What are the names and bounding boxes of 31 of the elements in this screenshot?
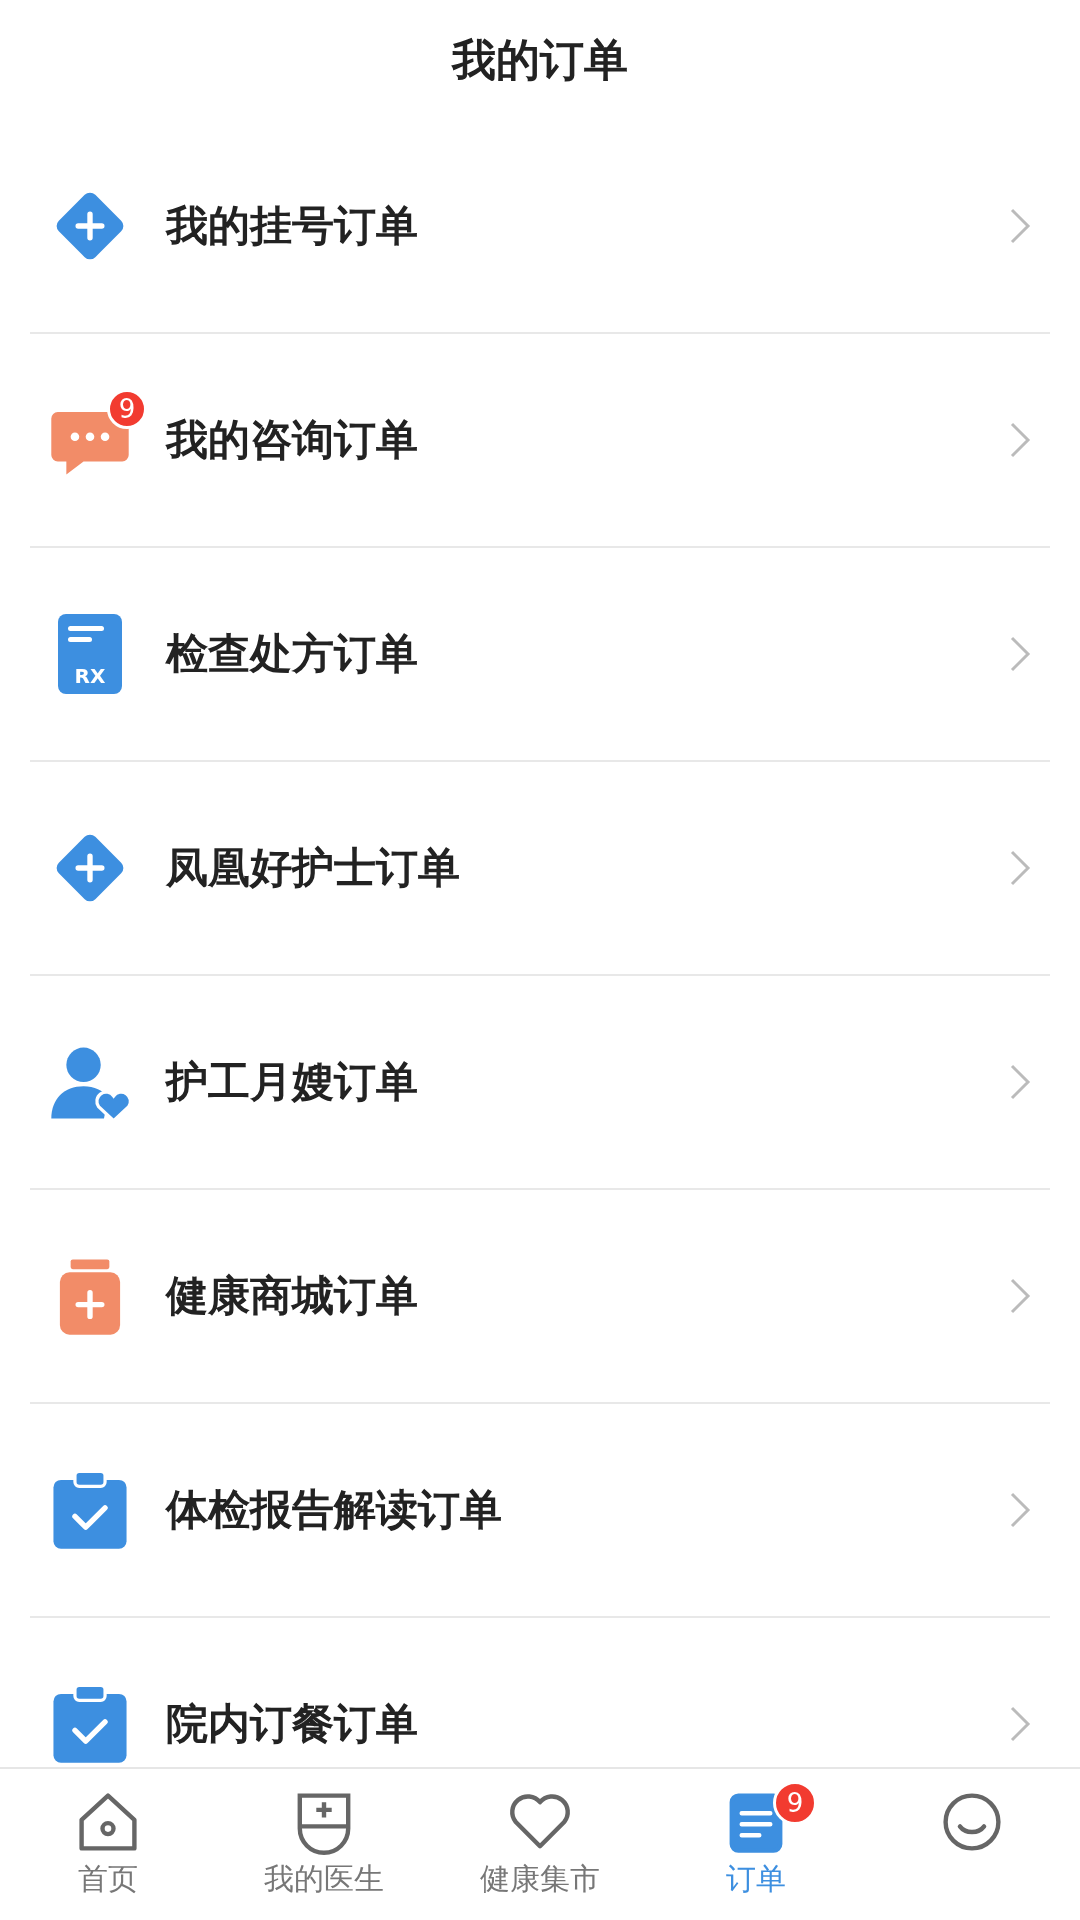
chevron-icon	[1008, 1276, 1032, 1316]
order-row[interactable]: 健康商城订单	[30, 1190, 1050, 1404]
chevron-icon	[1008, 1062, 1032, 1102]
order-label: 凤凰好护士订单	[166, 842, 461, 894]
order-label: 院内订餐订单	[166, 1698, 419, 1750]
order-label: 检查处方订单	[166, 628, 419, 680]
order-row[interactable]: 护工月嫂订单	[30, 976, 1050, 1190]
order-row[interactable]: 体检报告解读订单	[30, 1404, 1050, 1618]
order-row[interactable]: 我的挂号订单	[30, 120, 1050, 334]
nav-tab[interactable]: 首页	[0, 1769, 216, 1920]
order-label: 健康商城订单	[166, 1270, 419, 1322]
chevron-icon	[1008, 206, 1032, 246]
nav-tab[interactable]: 我的医生	[216, 1769, 432, 1920]
order-label: 体检报告解读订单	[166, 1484, 503, 1536]
order-row[interactable]: 9 我的咨询订单	[30, 334, 1050, 548]
order-row[interactable]: RX 检查处方订单	[30, 548, 1050, 762]
nav-tab[interactable]: 9 订单	[648, 1769, 864, 1920]
prescription-icon: RX	[58, 614, 122, 694]
nav-tab[interactable]: 健康集市	[432, 1769, 648, 1920]
chevron-icon	[1008, 1704, 1032, 1744]
count-badge: 9	[773, 1781, 817, 1825]
chevron-icon	[1008, 1490, 1032, 1530]
order-label: 我的挂号订单	[166, 200, 419, 252]
order-label: 护工月嫂订单	[166, 1056, 419, 1108]
count-badge: 9	[107, 389, 147, 429]
page-title: 我的订单	[452, 32, 628, 87]
order-label: 我的咨询订单	[166, 414, 419, 466]
chevron-icon	[1008, 848, 1032, 888]
order-row[interactable]: 凤凰好护士订单	[30, 762, 1050, 976]
chevron-icon	[1008, 634, 1032, 674]
chevron-icon	[1008, 420, 1032, 460]
